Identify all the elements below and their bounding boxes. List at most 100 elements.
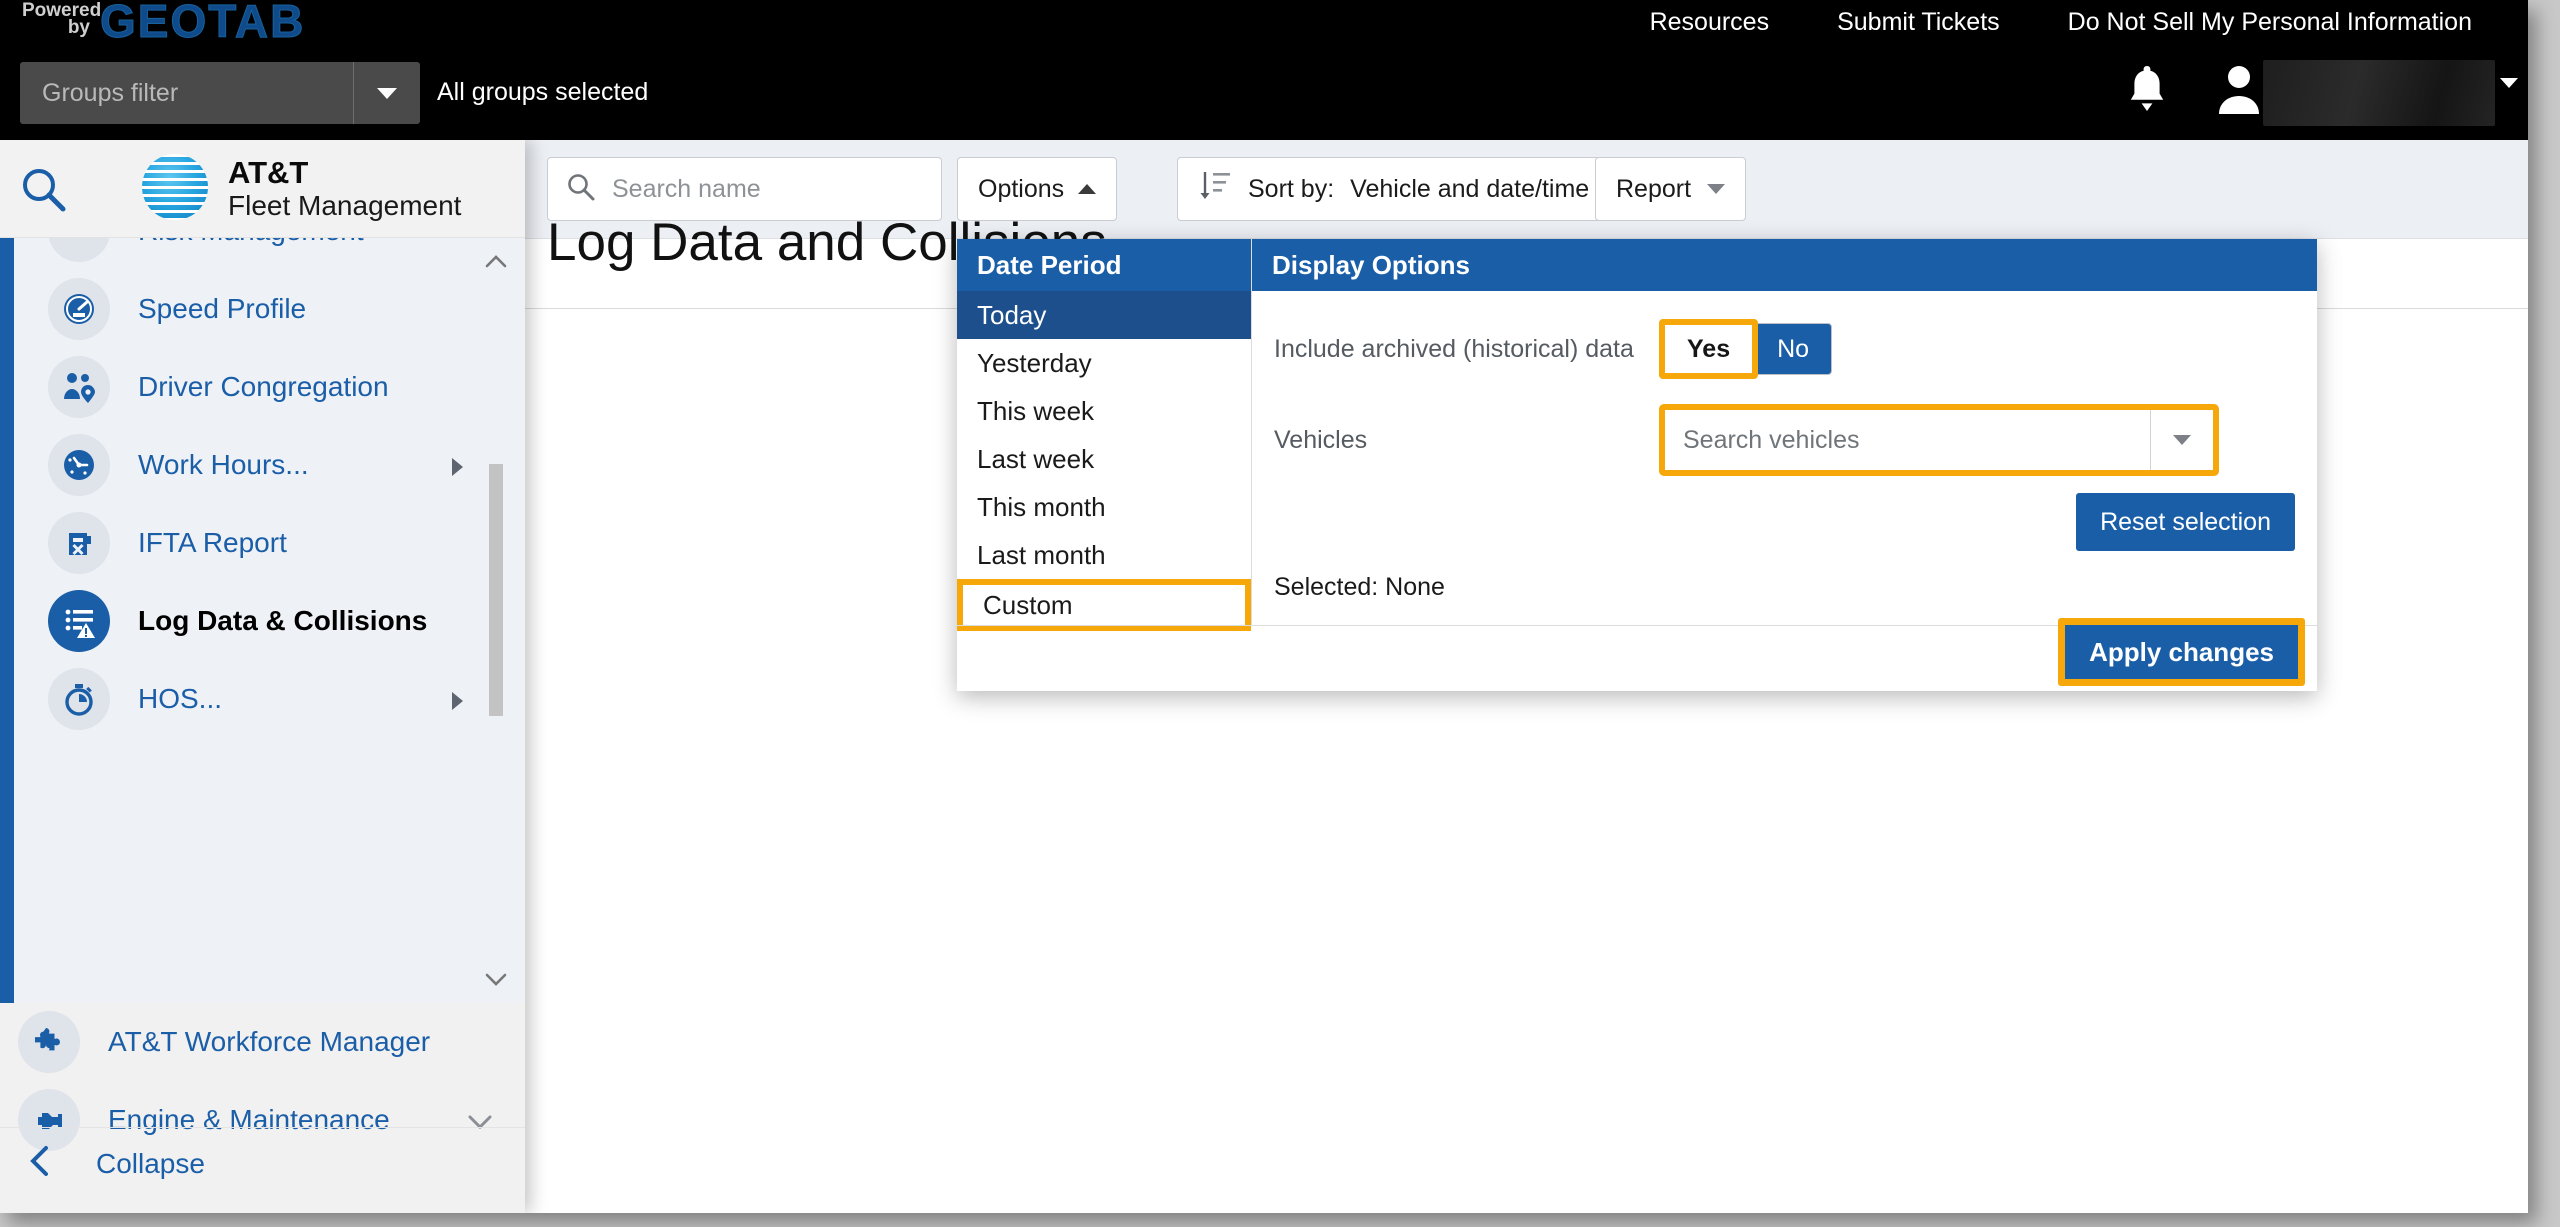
search-icon: [566, 172, 596, 207]
date-period-option-last-month[interactable]: Last month: [957, 531, 1251, 579]
selected-summary: Selected: None: [1274, 573, 1445, 601]
chevron-left-icon: [26, 1144, 56, 1183]
search-input-placeholder: Search name: [612, 174, 761, 203]
sort-by-label: Sort by:: [1248, 174, 1335, 203]
sort-by-value: Vehicle and date/time: [1350, 174, 1590, 203]
sidebar-item-label: IFTA Report: [138, 527, 287, 558]
date-period-option-today[interactable]: Today: [957, 291, 1251, 339]
include-archived-toggle[interactable]: Yes No: [1659, 319, 1833, 379]
sort-descending-icon: [1198, 168, 1232, 211]
groups-filter-caret[interactable]: [354, 87, 420, 99]
groups-filter-placeholder: Groups filter: [42, 78, 179, 107]
geotab-logo: GEOTAB: [99, 0, 306, 48]
scroll-down-arrow-icon[interactable]: [485, 965, 507, 995]
link-do-not-sell[interactable]: Do Not Sell My Personal Information: [2034, 8, 2506, 37]
reset-selection-button[interactable]: Reset selection: [2076, 493, 2295, 551]
speedometer-icon: [48, 278, 110, 340]
powered-by-label: Powered by: [22, 1, 101, 38]
submenu-arrow-icon: [452, 692, 463, 710]
powered-by-line2: by: [67, 17, 90, 38]
main-content-area: Search name Options Sort by: Vehicle and…: [525, 140, 2528, 1213]
att-brand-title: AT&T: [228, 155, 309, 190]
chevron-down-icon: [2500, 78, 2518, 105]
att-brand-subtitle: Fleet Management: [228, 190, 462, 221]
sidebar-item-att-workforce-manager[interactable]: AT&T Workforce Manager: [0, 1003, 525, 1081]
include-archived-no-button[interactable]: No: [1754, 323, 1833, 375]
bell-icon[interactable]: [2120, 62, 2174, 118]
caret-down-icon: [1707, 184, 1726, 194]
sidebar-item-risk-management[interactable]: Risk Management: [0, 238, 505, 270]
date-period-option-this-month[interactable]: This month: [957, 483, 1251, 531]
scrollbar-thumb[interactable]: [489, 464, 503, 716]
include-archived-label: Include archived (historical) data: [1274, 334, 1634, 363]
options-panel-body: Date Period Today Yesterday This week La…: [957, 239, 2317, 631]
link-resources[interactable]: Resources: [1616, 8, 1804, 37]
vehicles-dropdown-caret[interactable]: [2151, 435, 2213, 445]
sidebar-item-log-data-collisions[interactable]: Log Data & Collisions: [0, 582, 505, 660]
submenu-arrow-icon: [452, 458, 463, 476]
vehicles-search-input[interactable]: Search vehicles: [1665, 410, 2150, 470]
sidebar-collapse-button[interactable]: Collapse: [0, 1127, 525, 1199]
chevron-down-icon: [377, 87, 397, 99]
options-panel-footer: Apply changes: [957, 618, 2317, 691]
caret-down-icon: [2173, 435, 2191, 445]
date-period-column: Date Period Today Yesterday This week La…: [957, 239, 1252, 631]
fuel-can-icon: [48, 512, 110, 574]
vehicles-row: Vehicles Search vehicles: [1252, 401, 2317, 479]
date-period-option-this-week[interactable]: This week: [957, 387, 1251, 435]
sidebar-item-label: Driver Congregation: [138, 371, 389, 402]
left-sidebar: AT&T Fleet Management Risk Management Sp…: [0, 140, 525, 1213]
include-archived-row: Include archived (historical) data Yes N…: [1252, 317, 2317, 381]
sidebar-item-label: HOS...: [138, 683, 223, 714]
groups-filter-dropdown[interactable]: Groups filter: [20, 62, 420, 124]
driver-congregation-icon: [48, 356, 110, 418]
date-period-option-custom[interactable]: Custom: [957, 579, 1251, 631]
sidebar-item-work-hours[interactable]: Work Hours...: [0, 426, 505, 504]
display-options-column: Display Options Include archived (histor…: [1252, 239, 2317, 625]
stopwatch-icon: [48, 668, 110, 730]
sidebar-item-label: Risk Management: [138, 238, 364, 247]
account-name-redacted: [2263, 60, 2495, 126]
report-button[interactable]: Report: [1595, 157, 1747, 221]
caret-up-icon: [1078, 184, 1097, 194]
sidebar-item-driver-congregation[interactable]: Driver Congregation: [0, 348, 505, 426]
link-submit-tickets[interactable]: Submit Tickets: [1803, 8, 2034, 37]
vehicles-label: Vehicles: [1274, 425, 1368, 454]
risk-management-icon: [48, 238, 110, 262]
att-brand-text: AT&T Fleet Management: [228, 156, 461, 222]
sidebar-header: AT&T Fleet Management: [0, 140, 525, 238]
search-icon[interactable]: [18, 164, 68, 219]
date-period-option-yesterday[interactable]: Yesterday: [957, 339, 1251, 387]
sidebar-collapse-label: Collapse: [96, 1147, 205, 1179]
sidebar-item-hos[interactable]: HOS...: [0, 660, 505, 738]
puzzle-piece-icon: [18, 1011, 80, 1073]
date-period-option-last-week[interactable]: Last week: [957, 435, 1251, 483]
user-avatar-icon[interactable]: [2215, 62, 2263, 118]
options-button-label: Options: [978, 174, 1065, 203]
sidebar-item-label: Log Data & Collisions: [138, 605, 428, 636]
sidebar-item-ifta-report[interactable]: IFTA Report: [0, 504, 505, 582]
apply-changes-highlight: Apply changes: [2058, 618, 2305, 686]
display-options-header: Display Options: [1252, 239, 2317, 291]
report-button-label: Report: [1616, 174, 1692, 203]
options-dropdown-panel: Date Period Today Yesterday This week La…: [957, 239, 2317, 691]
clock-icon: [48, 434, 110, 496]
sidebar-nav-list: Risk Management Speed Profile Driver Con…: [0, 238, 505, 738]
application-window: Powered by GEOTAB Groups filter All grou…: [0, 0, 2528, 1213]
att-globe-logo: [142, 154, 208, 220]
sidebar-item-label: Work Hours...: [138, 449, 309, 480]
include-archived-yes-highlight: Yes: [1659, 319, 1759, 379]
log-data-collisions-icon: [48, 590, 110, 652]
sidebar-bottom-section: AT&T Workforce Manager Engine & Maintena…: [0, 1003, 525, 1213]
top-nav-links: Resources Submit Tickets Do Not Sell My …: [1616, 8, 2506, 37]
sidebar-scrollbar[interactable]: [485, 238, 507, 1003]
reset-selection-row: Reset selection: [1252, 493, 2317, 551]
sidebar-item-label: AT&T Workforce Manager: [108, 1026, 431, 1057]
scroll-up-arrow-icon[interactable]: [485, 246, 507, 276]
sidebar-nav-scroll: Risk Management Speed Profile Driver Con…: [0, 238, 525, 1003]
include-archived-yes-button[interactable]: Yes: [1665, 325, 1753, 373]
account-menu-caret[interactable]: [2500, 78, 2518, 106]
sidebar-item-speed-profile[interactable]: Speed Profile: [0, 270, 505, 348]
top-header-bar: Powered by GEOTAB Groups filter All grou…: [0, 0, 2528, 140]
apply-changes-button[interactable]: Apply changes: [2065, 625, 2298, 679]
